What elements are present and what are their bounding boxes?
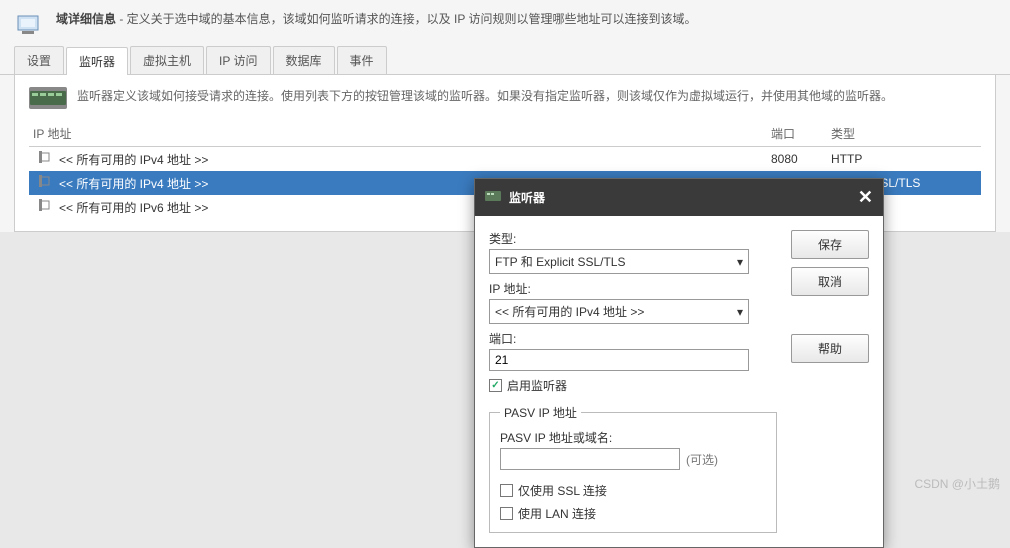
col-header-port[interactable]: 端口 [771, 125, 831, 142]
optional-label: (可选) [686, 451, 718, 468]
ssl-only-row[interactable]: 仅使用 SSL 连接 [500, 482, 766, 499]
pasv-label: PASV IP 地址或域名: [500, 429, 766, 446]
enable-checkbox[interactable]: ✓ [489, 379, 502, 392]
dialog-title-wrap: 监听器 [485, 189, 545, 206]
ssl-only-checkbox[interactable] [500, 484, 513, 497]
pasv-input[interactable] [500, 448, 680, 470]
enable-label: 启用监听器 [507, 377, 567, 394]
listener-row-icon [37, 198, 53, 212]
page-title-prefix: 域详细信息 [56, 12, 116, 26]
cell-port: 8080 [771, 152, 831, 166]
tab-0[interactable]: 设置 [14, 46, 64, 74]
tab-5[interactable]: 事件 [337, 46, 387, 74]
chevron-down-icon: ▾ [737, 255, 743, 269]
type-select-value: FTP 和 Explicit SSL/TLS [495, 253, 625, 270]
button-spacer [791, 304, 869, 326]
dialog-titlebar[interactable]: 监听器 ✕ [475, 179, 883, 216]
listener-row-icon [37, 150, 53, 164]
page-title-desc: - 定义关于选中域的基本信息，该域如何监听请求的连接，以及 IP 访问规则以管理… [116, 12, 696, 26]
tab-3[interactable]: IP 访问 [206, 46, 270, 74]
col-header-type[interactable]: 类型 [831, 125, 981, 142]
listener-info-icon [29, 87, 67, 109]
type-label: 类型: [489, 230, 777, 247]
cancel-button[interactable]: 取消 [791, 267, 869, 296]
chevron-down-icon: ▾ [737, 305, 743, 319]
help-button[interactable]: 帮助 [791, 334, 869, 363]
port-input[interactable] [489, 349, 749, 371]
type-select[interactable]: FTP 和 Explicit SSL/TLS ▾ [489, 249, 749, 274]
dialog-title: 监听器 [509, 189, 545, 206]
page-header-text: 域详细信息 - 定义关于选中域的基本信息，该域如何监听请求的连接，以及 IP 访… [56, 10, 696, 28]
pasv-fieldset: PASV IP 地址 PASV IP 地址或域名: (可选) 仅使用 SSL 连… [489, 404, 777, 533]
table-row[interactable]: << 所有可用的 IPv4 地址 >>8080HTTP [29, 147, 981, 171]
tab-bar: 设置监听器虚拟主机IP 访问数据库事件 [0, 46, 1010, 75]
dialog-form: 类型: FTP 和 Explicit SSL/TLS ▾ IP 地址: << 所… [489, 230, 777, 533]
enable-checkbox-row[interactable]: ✓ 启用监听器 [489, 377, 777, 394]
info-row: 监听器定义该域如何接受请求的连接。使用列表下方的按钮管理该域的监听器。如果没有指… [29, 87, 981, 109]
watermark: CSDN @小土鹅 [914, 475, 1000, 492]
lan-row[interactable]: 使用 LAN 连接 [500, 505, 766, 522]
tab-4[interactable]: 数据库 [273, 46, 335, 74]
pasv-legend: PASV IP 地址 [500, 404, 581, 421]
cell-type: HTTP [831, 152, 981, 166]
info-text: 监听器定义该域如何接受请求的连接。使用列表下方的按钮管理该域的监听器。如果没有指… [77, 87, 893, 106]
tab-1[interactable]: 监听器 [66, 47, 128, 75]
ip-label: IP 地址: [489, 280, 777, 297]
port-label: 端口: [489, 330, 777, 347]
save-button[interactable]: 保存 [791, 230, 869, 259]
domain-icon [14, 10, 46, 38]
listener-row-icon [37, 174, 53, 188]
ip-select-value: << 所有可用的 IPv4 地址 >> [495, 303, 644, 320]
lan-label: 使用 LAN 连接 [518, 505, 596, 522]
ssl-only-label: 仅使用 SSL 连接 [518, 482, 607, 499]
col-header-ip[interactable]: IP 地址 [29, 125, 771, 142]
dialog-button-column: 保存 取消 帮助 [791, 230, 869, 533]
listener-dialog: 监听器 ✕ 类型: FTP 和 Explicit SSL/TLS ▾ IP 地址… [474, 178, 884, 548]
page-header: 域详细信息 - 定义关于选中域的基本信息，该域如何监听请求的连接，以及 IP 访… [0, 0, 1010, 46]
table-header: IP 地址 端口 类型 [29, 121, 981, 147]
lan-checkbox[interactable] [500, 507, 513, 520]
dialog-body: 类型: FTP 和 Explicit SSL/TLS ▾ IP 地址: << 所… [475, 216, 883, 547]
ip-select[interactable]: << 所有可用的 IPv4 地址 >> ▾ [489, 299, 749, 324]
close-icon[interactable]: ✕ [858, 187, 873, 208]
tab-2[interactable]: 虚拟主机 [130, 46, 204, 74]
dialog-icon [485, 189, 501, 206]
cell-ip: << 所有可用的 IPv4 地址 >> [29, 150, 771, 168]
